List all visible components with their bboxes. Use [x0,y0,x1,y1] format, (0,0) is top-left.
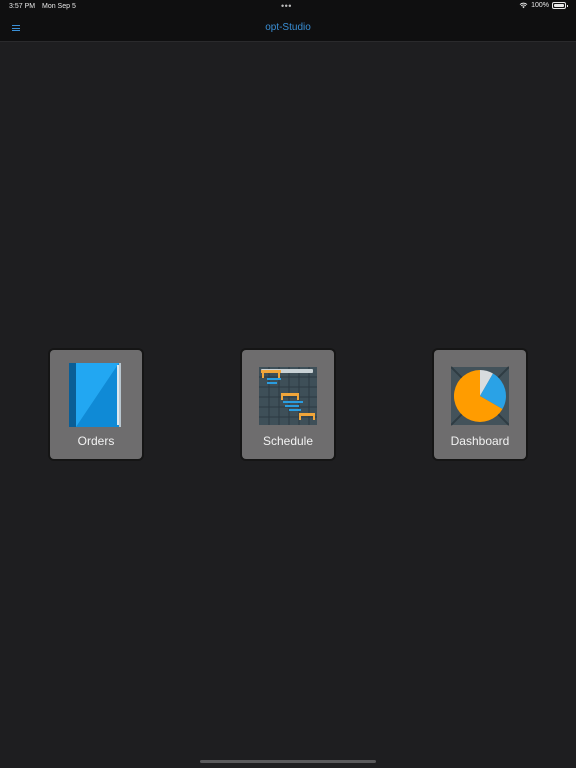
book-icon [69,363,121,427]
status-bar: 3:57 PM Mon Sep 5 ••• 100% [0,0,576,14]
wifi-icon [519,2,528,9]
orders-tile[interactable]: Orders [50,350,142,459]
app-screen: 3:57 PM Mon Sep 5 ••• 100% opt-Studio Or… [0,0,576,768]
status-time: 3:57 PM [9,3,36,10]
battery-percent: 100% [531,2,549,9]
app-title: opt-Studio [265,22,311,33]
status-date: Mon Sep 5 [42,3,76,10]
schedule-label: Schedule [262,434,314,448]
gantt-chart-icon [259,367,317,425]
multitasking-dots[interactable]: ••• [281,1,292,11]
pie-chart-icon [451,366,509,426]
home-indicator[interactable] [200,760,376,763]
schedule-tile[interactable]: Schedule [242,350,334,459]
status-indicators: 100% [519,2,568,9]
dashboard-label: Dashboard [450,434,510,448]
nav-bar: opt-Studio [0,14,576,42]
orders-label: Orders [77,434,115,448]
dashboard-tile[interactable]: Dashboard [434,350,526,459]
battery-icon [552,2,568,9]
